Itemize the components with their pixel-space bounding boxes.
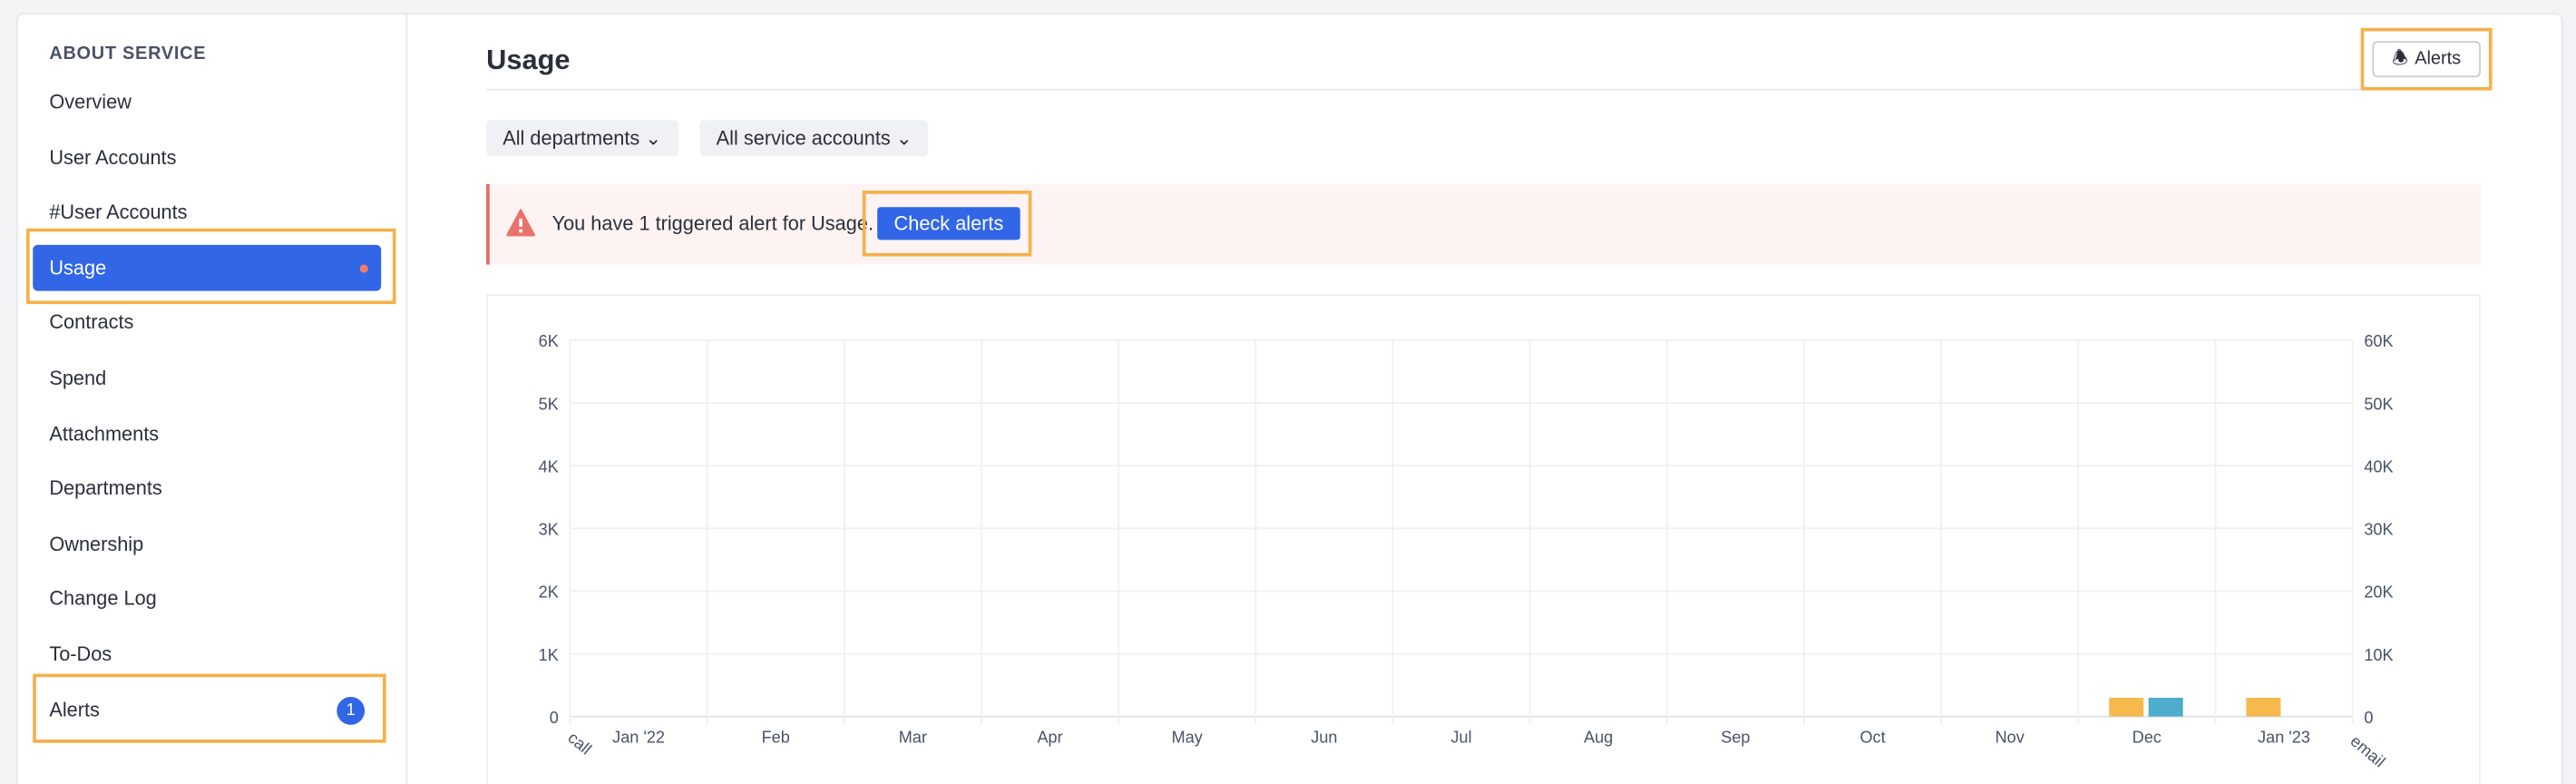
right-tick-label: 60K [2364,332,2393,350]
left-tick-label: 5K [539,395,559,413]
right-tick-label: 40K [2364,457,2393,475]
right-tick-label: 30K [2364,521,2393,539]
x-tick-label: Aug [1584,729,1613,747]
left-tick-label: 3K [539,521,559,539]
right-tick-label: 20K [2364,583,2393,602]
x-tick-label: Nov [1995,729,2025,747]
x-tick-label: Mar [899,729,927,747]
x-tick-label: Jan '22 [612,729,665,747]
left-axis-label: call [564,729,595,759]
left-tick-label: 6K [539,332,559,350]
left-tick-label: 2K [539,583,559,602]
x-tick-label: Sep [1721,729,1750,747]
right-tick-label: 10K [2364,646,2393,664]
right-tick-label: 50K [2364,395,2393,413]
right-tick-label: 0 [2364,709,2373,727]
x-tick-label: Apr [1037,729,1062,747]
usage-chart-svg: 0 0 1K 10K 2K 20K 3K 30K 4K 40K 5K 50K 6K 60K Jan '22 F… [539,332,2394,770]
x-tick-label: Jan '23 [2258,729,2310,747]
right-axis-label: email [2347,731,2388,770]
x-tick-label: Jul [1450,729,1471,747]
x-tick-label: Oct [1859,729,1885,747]
left-tick-label: 1K [539,646,559,664]
x-tick-label: Jun [1311,729,1337,747]
bar-call [2246,697,2281,717]
left-tick-label: 4K [539,457,559,475]
left-tick-label: 0 [550,709,559,727]
x-tick-label: May [1172,729,1204,747]
x-tick-label: Dec [2132,729,2161,747]
x-tick-label: Feb [762,729,790,747]
bar-email [2148,697,2183,717]
bar-call [2109,697,2144,717]
